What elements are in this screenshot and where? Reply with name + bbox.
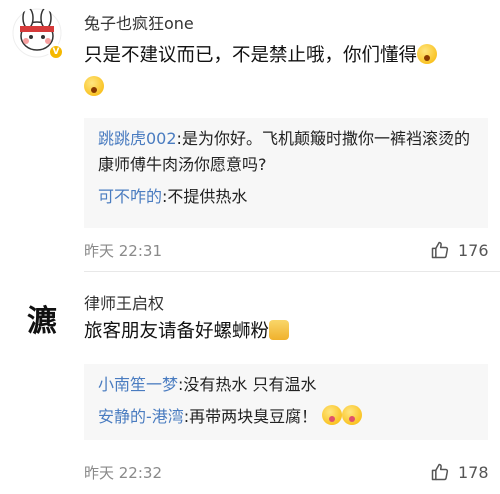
- comment-text: 旅客朋友请备好螺蛳粉: [84, 316, 484, 348]
- username[interactable]: 兔子也疯狂one: [84, 10, 194, 34]
- clapping-hands-emoji-icon: [269, 320, 290, 340]
- verified-badge-icon: V: [48, 44, 64, 60]
- comment-text: 只是不建议而已，不是禁止哦，你们懂得: [84, 40, 484, 104]
- reply-item: 跳跳虎002:是为你好。飞机颠簸时撒你一裤裆滚烫的康师傅牛肉汤你愿意吗?: [98, 126, 478, 178]
- tongue-face-emoji-icon: [322, 405, 343, 425]
- shocked-face-emoji-icon: [84, 76, 104, 96]
- reply-item: 安静的-港湾:再带两块臭豆腐！: [98, 404, 478, 430]
- like-count: 178: [458, 462, 489, 482]
- replies-box[interactable]: 小南笙一梦:没有热水 只有温水 安静的-港湾:再带两块臭豆腐！: [84, 364, 488, 440]
- tongue-face-emoji-icon: [342, 405, 363, 425]
- reply-username[interactable]: 跳跳虎002: [98, 129, 177, 148]
- thumbs-up-icon: [431, 241, 449, 259]
- timestamp: 昨天 22:31: [84, 242, 162, 260]
- avatar-calligraphy: 瀌: [27, 304, 57, 339]
- timestamp: 昨天 22:32: [84, 464, 162, 482]
- like-button[interactable]: 176: [430, 240, 489, 260]
- reply-username[interactable]: 可不咋的: [98, 187, 162, 206]
- reply-item: 小南笙一梦:没有热水 只有温水: [98, 372, 478, 398]
- shocked-face-emoji-icon: [417, 44, 438, 64]
- reply-text: :再带两块臭豆腐！: [183, 407, 318, 426]
- comment-item: 瀌 律师王启权 旅客朋友请备好螺蛳粉 小南笙一梦:没有热水 只有温水 安静的-港…: [0, 272, 500, 494]
- like-button[interactable]: 178: [430, 462, 489, 482]
- reply-text: :没有热水 只有温水: [178, 375, 317, 394]
- replies-box[interactable]: 跳跳虎002:是为你好。飞机颠簸时撒你一裤裆滚烫的康师傅牛肉汤你愿意吗? 可不咋…: [84, 118, 488, 228]
- reply-text: :不提供热水: [162, 187, 248, 206]
- avatar[interactable]: 瀌: [16, 292, 68, 344]
- reply-item: 可不咋的:不提供热水: [98, 184, 478, 210]
- comment-item: V 兔子也疯狂one 只是不建议而已，不是禁止哦，你们懂得 跳跳虎002:是为你…: [0, 0, 500, 272]
- like-count: 176: [458, 240, 489, 260]
- reply-username[interactable]: 小南笙一梦: [98, 375, 178, 394]
- thumbs-up-icon: [431, 463, 449, 481]
- username[interactable]: 律师王启权: [84, 290, 164, 314]
- reply-username[interactable]: 安静的-港湾: [98, 407, 184, 426]
